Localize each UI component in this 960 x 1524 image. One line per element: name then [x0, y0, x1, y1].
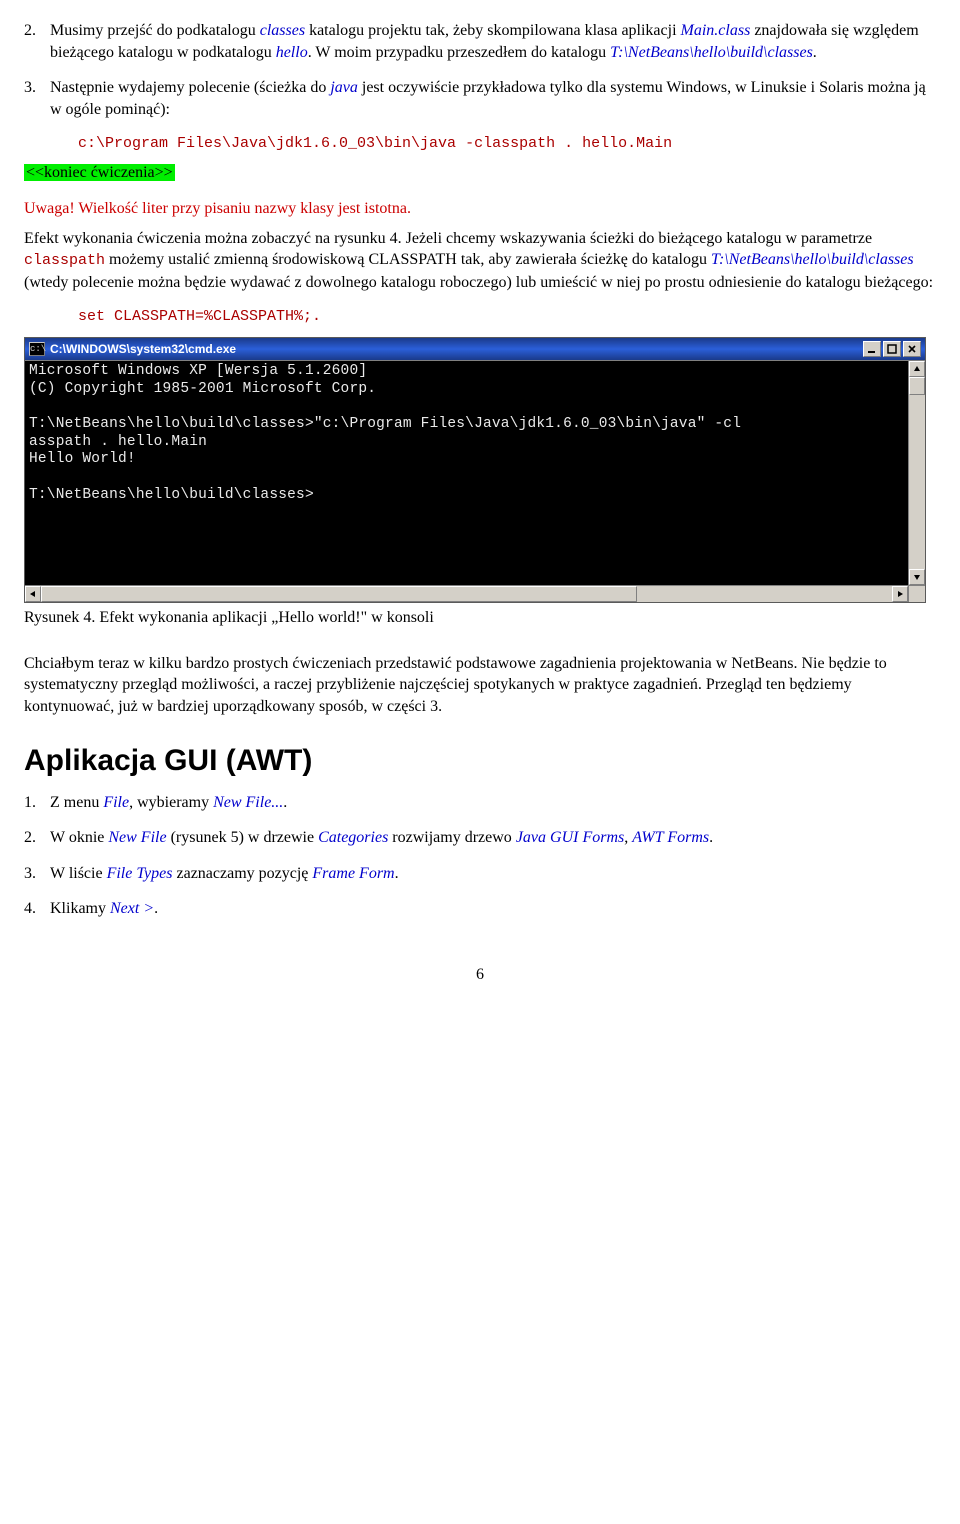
horizontal-scrollbar[interactable]	[25, 585, 925, 602]
bridge-paragraph: Chciałbym teraz w kilku bardzo prostych …	[24, 653, 936, 718]
hscroll-thumb[interactable]	[41, 586, 637, 602]
list-item: 3. Następnie wydajemy polecenie (ścieżka…	[24, 77, 936, 120]
hscroll-track[interactable]	[41, 586, 892, 602]
cmd-output[interactable]: Microsoft Windows XP [Wersja 5.1.2600] (…	[25, 361, 908, 585]
list-item: 2.W oknie New File (rysunek 5) w drzewie…	[24, 827, 936, 849]
cmd-window-title: C:\WINDOWS\system32\cmd.exe	[50, 342, 863, 356]
minimize-button[interactable]	[863, 341, 881, 357]
list-item: 2. Musimy przejść do podkatalogu classes…	[24, 20, 936, 63]
code-block-java-command: c:\Program Files\Java\jdk1.6.0_03\bin\ja…	[78, 134, 936, 154]
page-number: 6	[24, 966, 936, 984]
step-number: 3.	[24, 77, 50, 120]
step-body: Następnie wydajemy polecenie (ścieżka do…	[50, 77, 936, 120]
scroll-thumb[interactable]	[909, 377, 925, 395]
vertical-scrollbar[interactable]	[908, 361, 925, 585]
list-item: 4.Klikamy Next >.	[24, 898, 936, 920]
step-body: Z menu File, wybieramy New File....	[50, 792, 936, 814]
step-number: 1.	[24, 792, 50, 814]
cmd-titlebar: c:\ C:\WINDOWS\system32\cmd.exe	[25, 338, 925, 360]
section-title: Aplikacja GUI (AWT)	[24, 744, 936, 778]
cmd-app-icon: c:\	[29, 342, 45, 356]
step-number: 2.	[24, 20, 50, 63]
gui-steps-list: 1.Z menu File, wybieramy New File....2.W…	[24, 792, 936, 920]
scroll-down-button[interactable]	[909, 569, 925, 585]
step-number: 4.	[24, 898, 50, 920]
list-item: 1.Z menu File, wybieramy New File....	[24, 792, 936, 814]
step-body: Klikamy Next >.	[50, 898, 936, 920]
scroll-left-button[interactable]	[25, 586, 41, 602]
figure-caption: Rysunek 4. Efekt wykonania aplikacji „He…	[24, 609, 936, 627]
scroll-up-button[interactable]	[909, 361, 925, 377]
warning-text: Uwaga! Wielkość liter przy pisaniu nazwy…	[24, 200, 936, 218]
effect-paragraph: Efekt wykonania ćwiczenia można zobaczyć…	[24, 228, 936, 293]
exercise-steps-list: 2. Musimy przejść do podkatalogu classes…	[24, 20, 936, 120]
exercise-end-marker: <<koniec ćwiczenia>>	[24, 164, 936, 182]
list-item: 3.W liście File Types zaznaczamy pozycję…	[24, 863, 936, 885]
cmd-window: c:\ C:\WINDOWS\system32\cmd.exe Microsof…	[24, 337, 926, 603]
scroll-track[interactable]	[909, 377, 925, 569]
step-number: 2.	[24, 827, 50, 849]
step-body: W oknie New File (rysunek 5) w drzewie C…	[50, 827, 936, 849]
scroll-right-button[interactable]	[892, 586, 908, 602]
step-number: 3.	[24, 863, 50, 885]
step-body: W liście File Types zaznaczamy pozycję F…	[50, 863, 936, 885]
window-buttons	[863, 341, 921, 357]
code-block-classpath: set CLASSPATH=%CLASSPATH%;.	[78, 307, 936, 327]
resize-grip[interactable]	[908, 586, 925, 602]
close-button[interactable]	[903, 341, 921, 357]
step-body: Musimy przejść do podkatalogu classes ka…	[50, 20, 936, 63]
maximize-button[interactable]	[883, 341, 901, 357]
